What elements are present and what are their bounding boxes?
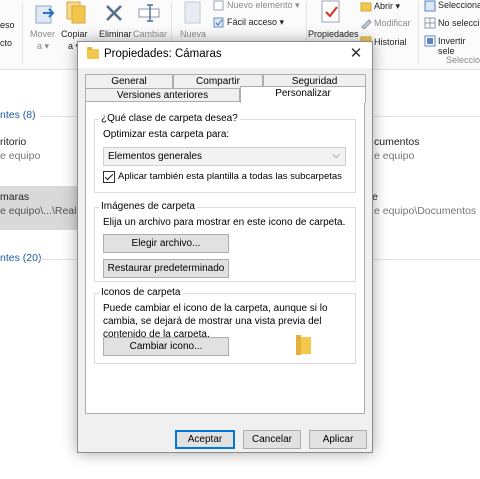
folder-type-legend: ¿Qué clase de carpeta desea? — [99, 113, 240, 124]
optimize-label: Optimizar esta carpeta para: — [103, 129, 230, 140]
folder-type-group: ¿Qué clase de carpeta desea? Optimizar e… — [94, 113, 356, 193]
easy-access-button[interactable]: Fácil acceso ▾ — [227, 17, 284, 28]
tab-customize[interactable]: Personalizar — [240, 86, 366, 103]
group-header-recent[interactable]: ntes (20) — [0, 252, 41, 264]
invert-selection-button[interactable]: Invertir sele — [438, 36, 480, 56]
modify-icon[interactable] — [360, 17, 372, 32]
folder-images-description: Elija un archivo para mostrar en este ic… — [103, 217, 346, 228]
change-icon-button[interactable]: Cambiar icono... — [103, 337, 229, 356]
select-group-label: Seleccio — [446, 55, 480, 65]
group-header-folders[interactable]: ntes (8) — [0, 109, 36, 121]
dialog-title: Propiedades: Cámaras — [104, 48, 222, 60]
move-to-button[interactable]: Mover — [30, 29, 55, 39]
ribbon-separator — [22, 2, 23, 64]
group-divider — [40, 259, 80, 260]
folder-icons-description: Puede cambiar el icono de la carpeta, au… — [103, 303, 328, 340]
folder-images-group: Imágenes de carpeta Elija un archivo par… — [94, 201, 356, 282]
history-button[interactable]: Historial — [374, 37, 407, 47]
apply-subfolders-checkbox[interactable] — [103, 171, 115, 183]
easy-access-icon[interactable] — [213, 17, 225, 31]
choose-file-button[interactable]: Elegir archivo... — [103, 234, 229, 253]
folder-icon — [87, 47, 99, 59]
group-divider — [40, 116, 80, 117]
ribbon-partial-label-2: cto — [0, 38, 13, 48]
select-all-button[interactable]: Selecciona — [438, 0, 480, 10]
folder-icons-legend: Iconos de carpeta — [99, 287, 183, 298]
select-all-icon[interactable] — [424, 0, 436, 15]
list-item-path: e equipo\Documentos — [374, 205, 477, 217]
ribbon-partial-label-1: eso — [0, 20, 15, 30]
move-to-dropdown[interactable]: a ▾ — [37, 41, 49, 52]
properties-dialog: Propiedades: Cámaras ✕ General Compartir… — [77, 41, 373, 453]
list-item-name[interactable]: maras — [0, 191, 29, 203]
chevron-down-icon: ⌵ — [332, 150, 340, 161]
new-item-icon[interactable] — [213, 0, 225, 14]
rename-button[interactable]: Cambiar — [133, 29, 167, 39]
optimize-dropdown-value: Elementos generales — [108, 151, 202, 162]
tab-general[interactable]: General — [85, 74, 173, 89]
list-item-name[interactable]: ritorio — [0, 136, 26, 148]
folder-preview-icon — [296, 335, 311, 355]
optimize-dropdown[interactable]: Elementos generales ⌵ — [103, 147, 346, 166]
group-divider — [372, 259, 480, 260]
move-to-icon[interactable] — [34, 2, 56, 27]
restore-default-button[interactable]: Restaurar predeterminado — [103, 259, 229, 278]
folder-icons-group: Iconos de carpeta Puede cambiar el icono… — [94, 287, 356, 364]
accept-button[interactable]: Aceptar — [175, 430, 235, 449]
apply-button[interactable]: Aplicar — [309, 430, 367, 449]
list-item-path: e equipo — [374, 150, 415, 162]
new-folder-icon[interactable] — [183, 1, 203, 28]
properties-button[interactable]: Propiedades — [308, 29, 359, 39]
rename-icon[interactable] — [138, 3, 160, 26]
folder-images-legend: Imágenes de carpeta — [99, 201, 197, 212]
copy-to-icon[interactable] — [64, 0, 88, 27]
delete-button[interactable]: Eliminar — [99, 29, 132, 39]
cancel-button[interactable]: Cancelar — [243, 430, 301, 449]
properties-icon[interactable] — [320, 0, 342, 27]
delete-icon[interactable] — [104, 3, 124, 26]
new-folder-button[interactable]: Nueva — [180, 29, 206, 39]
open-icon[interactable] — [360, 0, 372, 15]
list-item-name[interactable]: cumentos — [374, 136, 420, 148]
customize-tab-panel: ¿Qué clase de carpeta desea? Optimizar e… — [85, 101, 365, 414]
close-icon[interactable]: ✕ — [346, 45, 366, 63]
invert-selection-icon[interactable] — [424, 35, 436, 50]
group-divider — [372, 116, 480, 117]
apply-subfolders-label[interactable]: Aplicar también esta plantilla a todas l… — [118, 171, 342, 182]
select-none-icon[interactable] — [424, 17, 436, 32]
new-item-button[interactable]: Nuevo elemento ▾ — [227, 0, 300, 11]
list-item-path: e equipo\...\Realm — [0, 205, 86, 217]
select-none-button[interactable]: No selecci — [438, 18, 480, 28]
open-button[interactable]: Abrir ▾ — [374, 1, 400, 12]
dialog-title-bar[interactable]: Propiedades: Cámaras ✕ — [78, 42, 372, 68]
modify-button[interactable]: Modificar — [374, 18, 411, 28]
ribbon-separator — [418, 2, 419, 64]
list-item-path: e equipo — [0, 150, 41, 162]
copy-to-button[interactable]: Copiar — [61, 29, 88, 39]
